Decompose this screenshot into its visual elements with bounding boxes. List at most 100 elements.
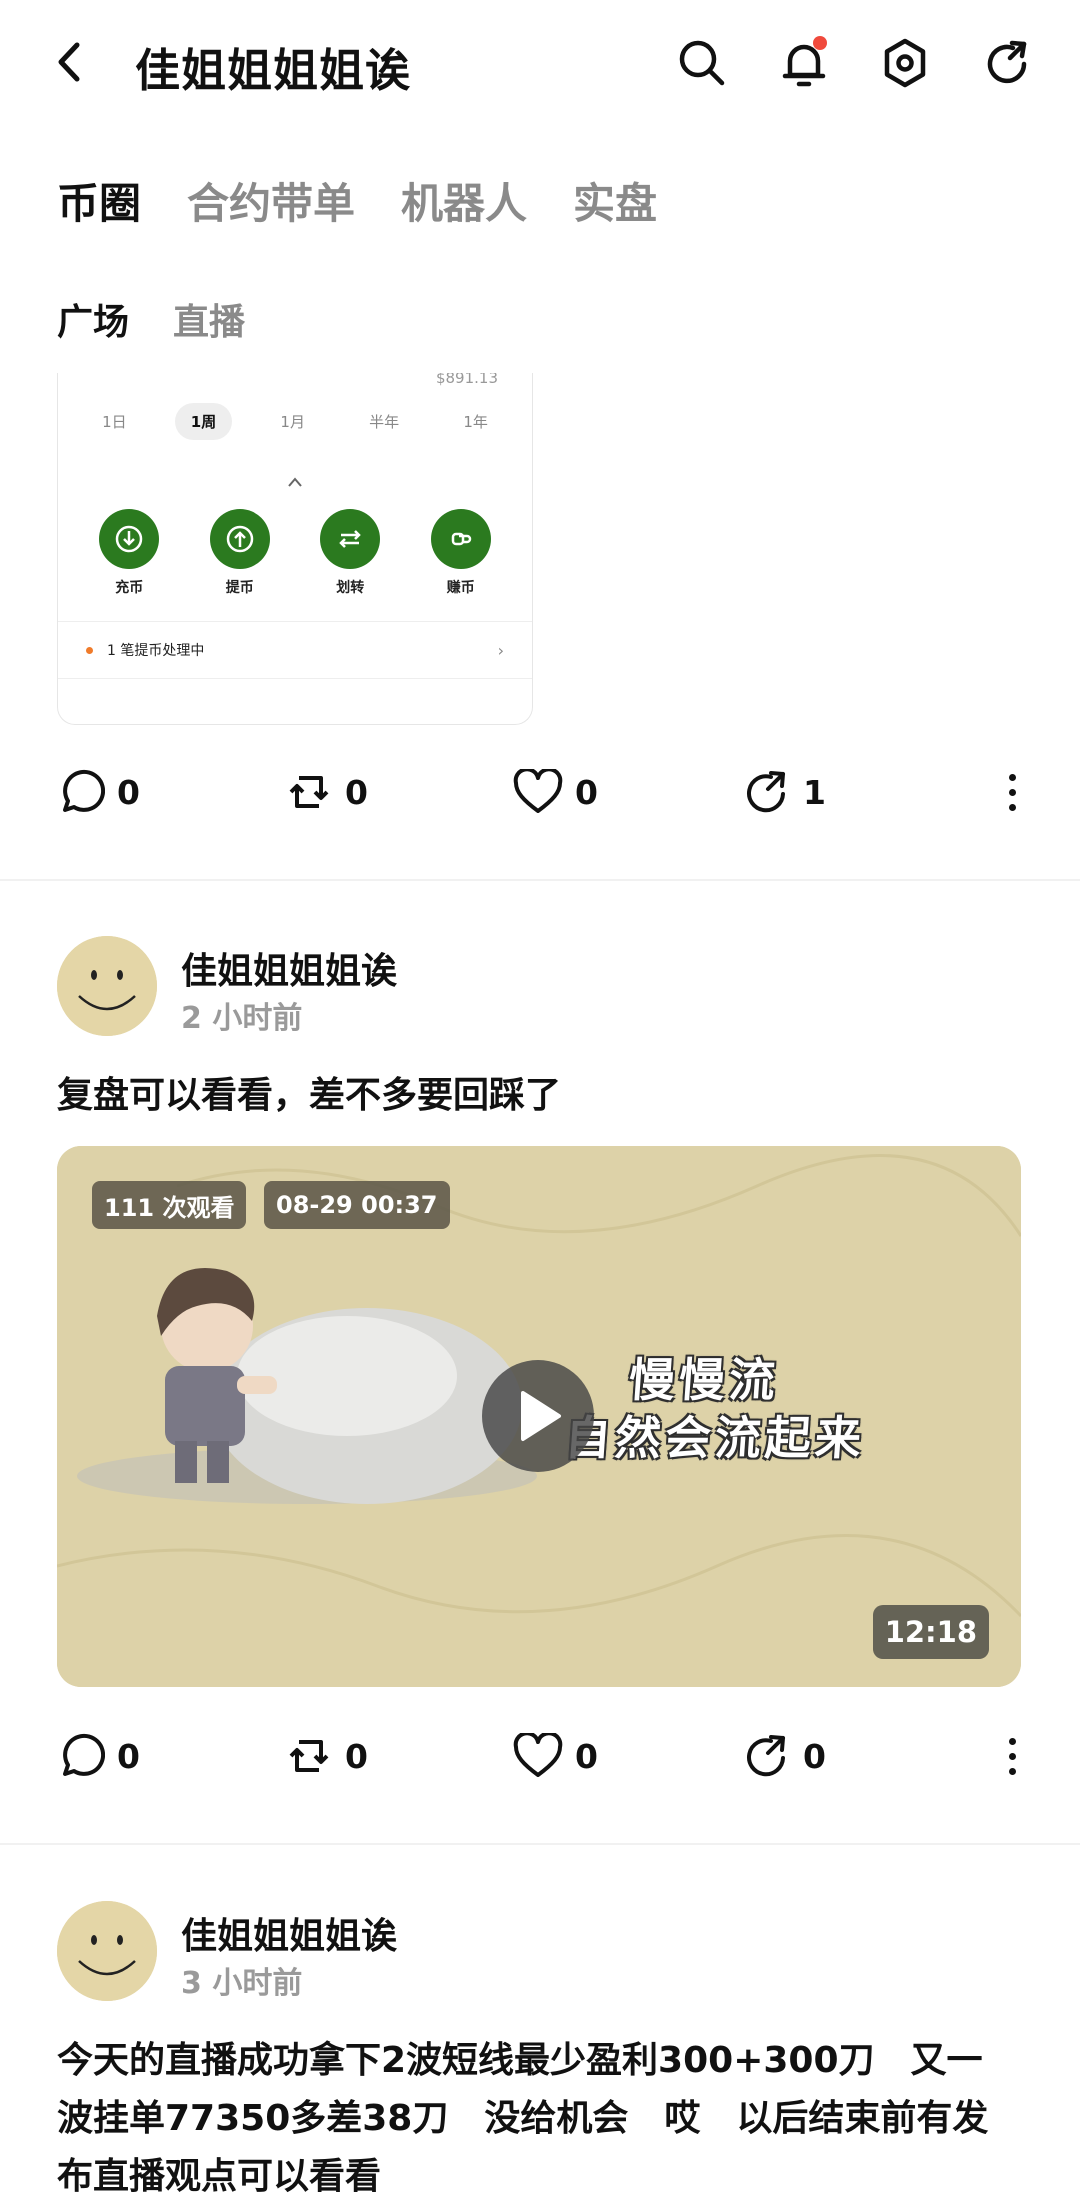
chevron-right-icon: › (497, 640, 504, 660)
post-time: 3 小时前 (181, 1966, 303, 2001)
withdraw-action: 提币 (195, 509, 285, 597)
search-button[interactable] (675, 36, 729, 90)
wallet-actions: 充币 提币 划转 赚币 (58, 509, 532, 597)
transfer-icon (320, 509, 381, 569)
like-button[interactable]: 0 (513, 762, 598, 822)
action-label: 划转 (336, 580, 365, 596)
tab-square[interactable]: 广场 (57, 293, 129, 345)
chevron-left-icon (58, 42, 80, 82)
period-option: 1年 (463, 413, 488, 431)
video-duration: 12:18 (872, 1605, 989, 1659)
earn-action: 赚币 (416, 509, 506, 597)
comment-button[interactable]: 0 (57, 1726, 140, 1786)
avatar[interactable] (57, 1901, 157, 2001)
period-option: 1日 (102, 413, 127, 431)
repost-count: 0 (345, 1736, 368, 1776)
video-caption: 慢慢流 自然会流起来 (563, 1351, 871, 1467)
settings-button[interactable] (878, 36, 932, 90)
share-icon (747, 771, 785, 813)
category-tabs: 币圈 合约带单 机器人 实盘 (57, 170, 657, 231)
transfer-action: 划转 (305, 509, 395, 597)
play-button[interactable] (482, 1360, 594, 1472)
notification-badge (813, 36, 827, 50)
post-image[interactable]: $891.13 1日 1周 1月 半年 1年 充币 提币 划转 赚币 1 笔提币… (57, 373, 533, 725)
action-label: 充币 (115, 580, 144, 596)
video-player[interactable]: 111 次观看 08-29 00:37 慢慢流 自然会流起来 12:18 (57, 1146, 1021, 1687)
like-count: 0 (575, 772, 598, 812)
post-divider (0, 1843, 1080, 1845)
heart-icon (513, 1733, 563, 1777)
comment-count: 0 (117, 1736, 140, 1776)
author-name[interactable]: 佳姐姐姐姐诶 (181, 942, 397, 994)
play-icon (521, 1391, 561, 1441)
action-label: 提币 (225, 580, 254, 596)
avatar[interactable] (57, 936, 157, 1036)
repost-icon (289, 1740, 329, 1772)
period-selector: 1日 1周 1月 半年 1年 (58, 403, 532, 440)
heart-icon (513, 769, 563, 813)
post-text: 今天的直播成功拿下2波短线最少盈利300+300刀 又一波挂单77350多差38… (57, 2040, 989, 2197)
withdraw-icon (209, 509, 270, 569)
share-button[interactable]: 1 (743, 762, 826, 822)
deposit-action: 充币 (84, 509, 174, 597)
post-action-bar: 0 0 0 1 (57, 762, 1037, 822)
tab-copy-trading[interactable]: 合约带单 (187, 170, 355, 231)
tab-crypto[interactable]: 币圈 (57, 170, 141, 231)
deposit-icon (99, 509, 160, 569)
refresh-icon (987, 40, 1027, 84)
period-option: 1月 (280, 413, 305, 431)
view-count-badge: 111 次观看 (92, 1181, 247, 1229)
more-icon-dot (1008, 1752, 1016, 1760)
post-divider (0, 879, 1080, 881)
chevron-up-icon (287, 469, 303, 493)
price-text: $891.13 (435, 373, 498, 387)
share-icon (747, 1735, 785, 1777)
like-button[interactable]: 0 (513, 1726, 598, 1786)
repost-count: 0 (345, 772, 368, 812)
repost-button[interactable]: 0 (285, 762, 368, 822)
more-icon (1008, 773, 1016, 781)
period-option-selected: 1周 (174, 403, 233, 440)
repost-button[interactable]: 0 (285, 1726, 368, 1786)
share-count: 1 (803, 772, 826, 812)
share-button[interactable]: 0 (743, 1726, 826, 1786)
action-label: 赚币 (446, 580, 475, 596)
notifications-button[interactable] (777, 36, 831, 90)
like-count: 0 (575, 1736, 598, 1776)
page-title: 佳姐姐姐姐诶 (135, 44, 412, 97)
post-text: 复盘可以看看，差不多要回踩了 (57, 1075, 562, 1116)
more-icon-dot (1008, 788, 1016, 796)
comment-count: 0 (117, 772, 140, 812)
hexagon-settings-icon (884, 38, 926, 88)
comment-icon (63, 769, 105, 812)
comment-icon (63, 1733, 105, 1776)
author-name[interactable]: 佳姐姐姐姐诶 (181, 1907, 397, 1959)
more-icon-dot (1008, 1767, 1016, 1775)
pending-withdrawal-row: 1 笔提币处理中 › (58, 621, 532, 679)
repost-icon (289, 776, 329, 808)
tab-live[interactable]: 直播 (173, 293, 245, 345)
more-options-button[interactable] (997, 762, 1027, 822)
earn-icon (430, 509, 491, 569)
more-options-button[interactable] (997, 1726, 1027, 1786)
post-time: 2 小时前 (181, 1001, 303, 1036)
tab-bots[interactable]: 机器人 (401, 170, 527, 231)
sub-tabs: 广场 直播 (57, 293, 245, 345)
search-icon (679, 40, 725, 86)
more-icon (1008, 1737, 1016, 1745)
video-date-badge: 08-29 00:37 (264, 1181, 450, 1229)
video-caption-line: 自然会流起来 (563, 1411, 867, 1465)
smiley-avatar-icon (57, 936, 157, 1036)
smiley-avatar-icon (57, 1901, 157, 2001)
top-bar: 佳姐姐姐姐诶 (0, 0, 1080, 130)
video-caption-line: 慢慢流 (627, 1353, 781, 1407)
more-icon-dot (1008, 803, 1016, 811)
refresh-button[interactable] (980, 36, 1034, 90)
comment-button[interactable]: 0 (57, 762, 140, 822)
share-count: 0 (803, 1736, 826, 1776)
back-button[interactable] (44, 36, 96, 88)
status-dot (86, 646, 93, 654)
period-option: 半年 (369, 413, 400, 431)
tab-live-trading[interactable]: 实盘 (573, 170, 657, 231)
post-action-bar: 0 0 0 0 (57, 1726, 1037, 1786)
